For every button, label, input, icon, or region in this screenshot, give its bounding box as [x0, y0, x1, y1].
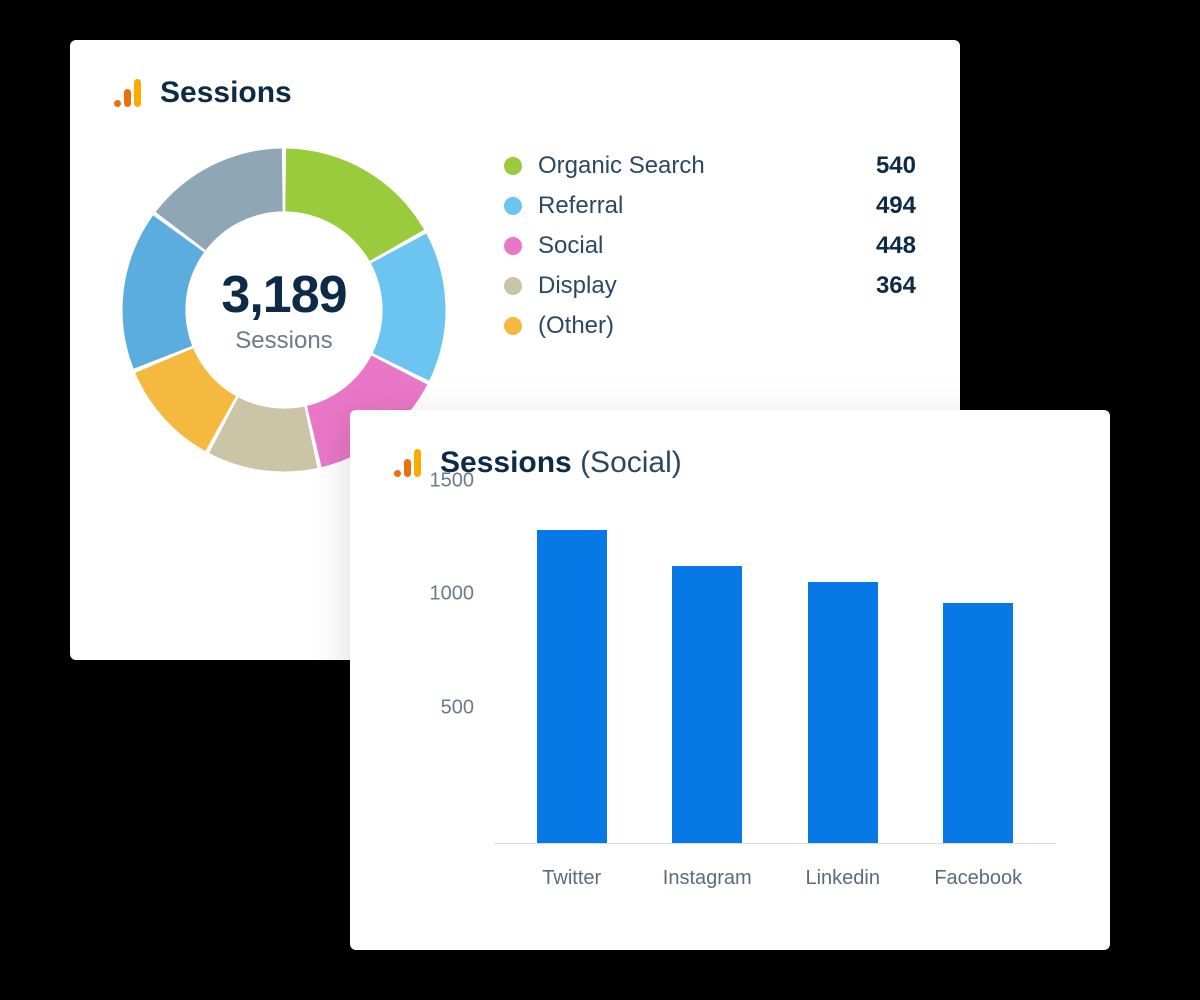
legend-value: 364 — [856, 272, 916, 300]
social-card-header: Sessions (Social) — [394, 446, 1066, 480]
bar — [943, 603, 1013, 843]
legend-label: Display — [538, 272, 856, 300]
legend-label: (Other) — [538, 312, 856, 340]
legend-value: 448 — [856, 232, 916, 260]
sessions-card-header: Sessions — [114, 76, 916, 110]
legend-dot — [504, 317, 522, 335]
legend-dot — [504, 197, 522, 215]
social-title-rest: (Social) — [572, 446, 682, 479]
y-axis: 50010001500 — [414, 504, 474, 844]
legend-value: 494 — [856, 192, 916, 220]
legend-label: Social — [538, 232, 856, 260]
bar-plot — [494, 504, 1056, 844]
y-tick: 1500 — [414, 470, 474, 493]
sessions-legend: Organic Search540Referral494Social448Dis… — [504, 146, 916, 346]
legend-value: 540 — [856, 152, 916, 180]
legend-dot — [504, 277, 522, 295]
bar — [672, 566, 742, 843]
legend-row: Social448 — [504, 226, 916, 266]
bar — [808, 582, 878, 843]
x-axis-labels: Twitter Instagram Linkedin Facebook — [494, 867, 1056, 890]
y-tick: 500 — [414, 696, 474, 719]
legend-dot — [504, 237, 522, 255]
x-label: Instagram — [647, 867, 767, 890]
legend-row: (Other) — [504, 306, 916, 346]
x-label: Linkedin — [783, 867, 903, 890]
social-bar-chart: 50010001500 TwitterInstagramLinkedinFace… — [414, 504, 1066, 884]
y-tick: 1000 — [414, 583, 474, 606]
social-card-title: Sessions (Social) — [440, 446, 682, 480]
legend-label: Organic Search — [538, 152, 856, 180]
x-label: Facebook — [918, 867, 1038, 890]
analytics-icon — [114, 79, 142, 107]
legend-label: Referral — [538, 192, 856, 220]
x-label: Twitter — [512, 867, 632, 890]
legend-row: Referral494 — [504, 186, 916, 226]
sessions-social-card: Sessions (Social) 500 1000 1500 Twitter Ins… — [350, 410, 1110, 950]
legend-dot — [504, 157, 522, 175]
sessions-total-label: Sessions — [235, 327, 332, 355]
sessions-card-title: Sessions — [160, 76, 292, 110]
sessions-total-value: 3,189 — [221, 265, 346, 325]
legend-row: Display364 — [504, 266, 916, 306]
legend-row: Organic Search540 — [504, 146, 916, 186]
bar — [537, 530, 607, 843]
